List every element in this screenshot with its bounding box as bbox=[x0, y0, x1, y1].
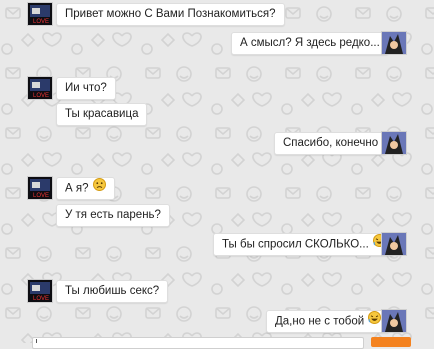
sender-avatar[interactable]: LOVE bbox=[27, 279, 53, 303]
message-bubble-incoming: Ты красавица bbox=[56, 103, 148, 126]
message-bubble-incoming: Привет можно С Вами Познакомиться? bbox=[56, 3, 285, 26]
send-button[interactable] bbox=[371, 337, 411, 347]
my-avatar[interactable] bbox=[381, 232, 407, 256]
text-caret bbox=[36, 339, 37, 343]
message-text: У тя есть парень? bbox=[65, 209, 161, 221]
svg-text:LOVE: LOVE bbox=[33, 93, 49, 99]
svg-text:LOVE: LOVE bbox=[33, 296, 49, 302]
message-text: А я? bbox=[65, 182, 89, 195]
svg-text:LOVE: LOVE bbox=[33, 19, 49, 25]
message-text: Ии что? bbox=[65, 82, 107, 94]
message-bubble-incoming: У тя есть парень? bbox=[56, 204, 170, 227]
message-text: Спасибо, конечно bbox=[283, 137, 379, 149]
message-bubble-incoming: Ты любишь секс? bbox=[56, 280, 169, 303]
message-text: Ты красавица bbox=[65, 108, 139, 120]
my-avatar[interactable] bbox=[381, 309, 407, 333]
message-text: Ты бы спросил СКОЛЬКО... bbox=[222, 238, 369, 251]
message-bubble-outgoing: А смысл? Я здесь редко... bbox=[231, 32, 389, 55]
message-text: Да,но не с тобой bbox=[275, 315, 365, 328]
message-text: Ты любишь секс? bbox=[65, 285, 160, 297]
message-text: А смысл? Я здесь редко... bbox=[240, 37, 380, 49]
laughing-face-emoji bbox=[368, 311, 382, 332]
message-bubble-outgoing: Ты бы спросил СКОЛЬКО... bbox=[213, 233, 395, 256]
sender-avatar[interactable]: LOVE bbox=[27, 76, 53, 100]
sad-face-emoji bbox=[92, 178, 106, 199]
message-bubble-incoming: А я? bbox=[56, 177, 115, 200]
message-text: Привет можно С Вами Познакомиться? bbox=[65, 8, 276, 20]
message-bubble-outgoing: Спасибо, конечно bbox=[274, 132, 388, 155]
my-avatar[interactable] bbox=[381, 31, 407, 55]
my-avatar[interactable] bbox=[381, 131, 407, 155]
sender-avatar[interactable]: LOVE bbox=[27, 2, 53, 26]
svg-text:LOVE: LOVE bbox=[33, 193, 49, 199]
message-input[interactable] bbox=[32, 337, 364, 349]
message-bubble-incoming: Ии что? bbox=[56, 77, 116, 100]
sender-avatar[interactable]: LOVE bbox=[27, 176, 53, 200]
message-bubble-outgoing: Да,но не с тобой bbox=[266, 310, 391, 333]
